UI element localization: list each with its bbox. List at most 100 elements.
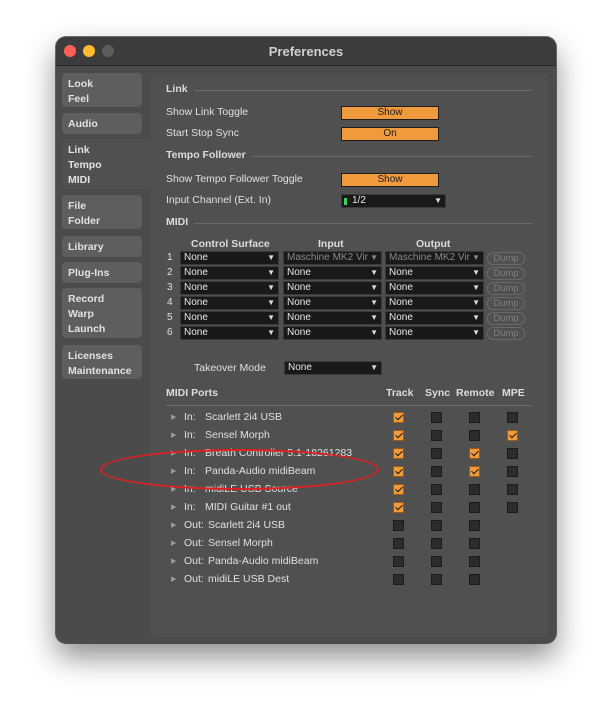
remote-checkbox[interactable] — [469, 502, 480, 513]
sync-checkbox[interactable] — [431, 448, 442, 459]
remote-checkbox[interactable] — [469, 520, 480, 531]
chevron-down-icon: ▼ — [434, 196, 442, 205]
expand-arrow-icon[interactable]: ▶ — [171, 575, 176, 583]
expand-arrow-icon[interactable]: ▶ — [171, 413, 176, 421]
control-surface-value: None — [184, 297, 208, 308]
show-link-toggle-button[interactable]: Show — [341, 106, 439, 120]
track-checkbox[interactable] — [393, 502, 404, 513]
takeover-mode-value: None — [288, 362, 312, 373]
sidebar-tab-label: MIDI — [68, 174, 91, 186]
midi-input-dropdown[interactable]: None ▼ — [283, 311, 382, 325]
expand-arrow-icon[interactable]: ▶ — [171, 557, 176, 565]
chevron-down-icon: ▼ — [472, 253, 480, 262]
midi-output-dropdown[interactable]: None ▼ — [385, 266, 484, 280]
mpe-checkbox[interactable] — [507, 484, 518, 495]
remote-checkbox[interactable] — [469, 412, 480, 423]
midi-output-dropdown[interactable]: None ▼ — [385, 281, 484, 295]
port-name: midiLE USB Dest — [208, 573, 290, 585]
sync-checkbox[interactable] — [431, 430, 442, 441]
midi-output-dropdown[interactable]: Maschine MK2 Vir ▼ — [385, 251, 484, 265]
sync-checkbox[interactable] — [431, 466, 442, 477]
sidebar-tab-label: Audio — [68, 118, 98, 130]
remote-checkbox[interactable] — [469, 484, 480, 495]
track-checkbox[interactable] — [393, 430, 404, 441]
midi-input-value: None — [287, 327, 311, 338]
track-checkbox[interactable] — [393, 538, 404, 549]
control-surface-dropdown[interactable]: None ▼ — [180, 326, 279, 340]
track-checkbox[interactable] — [393, 412, 404, 423]
chevron-down-icon: ▼ — [370, 253, 378, 262]
dump-button[interactable]: Dump — [487, 297, 525, 310]
midi-row-number: 2 — [167, 267, 173, 278]
midi-input-dropdown[interactable]: None ▼ — [283, 296, 382, 310]
remote-checkbox[interactable] — [469, 556, 480, 567]
port-direction: Out: — [184, 555, 204, 567]
control-surface-value: None — [184, 282, 208, 293]
sync-checkbox[interactable] — [431, 556, 442, 567]
mpe-checkbox[interactable] — [507, 502, 518, 513]
remote-checkbox[interactable] — [469, 538, 480, 549]
control-surface-dropdown[interactable]: None ▼ — [180, 281, 279, 295]
sidebar-tab-audio[interactable]: Audio — [62, 113, 142, 134]
sync-checkbox[interactable] — [431, 502, 442, 513]
start-stop-sync-button[interactable]: On — [341, 127, 439, 141]
sync-checkbox[interactable] — [431, 538, 442, 549]
sidebar-tab-library[interactable]: Library — [62, 236, 142, 257]
track-checkbox[interactable] — [393, 556, 404, 567]
sidebar-tab-label: Feel — [68, 93, 90, 105]
midi-output-dropdown[interactable]: None ▼ — [385, 326, 484, 340]
expand-arrow-icon[interactable]: ▶ — [171, 521, 176, 529]
remote-checkbox[interactable] — [469, 448, 480, 459]
sidebar-tab-file-folder[interactable]: File Folder — [62, 195, 142, 229]
remote-checkbox[interactable] — [469, 466, 480, 477]
control-surface-dropdown[interactable]: None ▼ — [180, 296, 279, 310]
sync-checkbox[interactable] — [431, 520, 442, 531]
midi-input-dropdown[interactable]: None ▼ — [283, 266, 382, 280]
track-checkbox[interactable] — [393, 466, 404, 477]
sync-checkbox[interactable] — [431, 574, 442, 585]
takeover-mode-dropdown[interactable]: None ▼ — [284, 361, 382, 375]
midi-output-dropdown[interactable]: None ▼ — [385, 311, 484, 325]
midi-input-dropdown[interactable]: Maschine MK2 Vir ▼ — [283, 251, 382, 265]
sidebar-tab-licenses-maintenance[interactable]: Licenses Maintenance — [62, 345, 142, 379]
dump-button[interactable]: Dump — [487, 267, 525, 280]
remote-checkbox[interactable] — [469, 574, 480, 585]
show-tempo-follower-toggle-button[interactable]: Show — [341, 173, 439, 187]
control-surface-dropdown[interactable]: None ▼ — [180, 266, 279, 280]
dump-button[interactable]: Dump — [487, 252, 525, 265]
dump-button[interactable]: Dump — [487, 327, 525, 340]
expand-arrow-icon[interactable]: ▶ — [171, 431, 176, 439]
midi-row-number: 6 — [167, 327, 173, 338]
midi-input-value: Maschine MK2 Vir — [287, 252, 368, 263]
expand-arrow-icon[interactable]: ▶ — [171, 539, 176, 547]
control-surface-dropdown[interactable]: None ▼ — [180, 251, 279, 265]
sidebar-tab-look-feel[interactable]: Look Feel — [62, 73, 142, 107]
sidebar-tab-record-warp-launch[interactable]: Record Warp Launch — [62, 288, 142, 338]
sync-checkbox[interactable] — [431, 412, 442, 423]
control-surface-value: None — [184, 252, 208, 263]
remote-checkbox[interactable] — [469, 430, 480, 441]
input-channel-dropdown[interactable]: 1/2 ▼ — [341, 194, 446, 208]
control-surface-dropdown[interactable]: None ▼ — [180, 311, 279, 325]
section-divider — [252, 156, 532, 157]
track-checkbox[interactable] — [393, 448, 404, 459]
track-checkbox[interactable] — [393, 520, 404, 531]
midi-input-dropdown[interactable]: None ▼ — [283, 281, 382, 295]
sync-checkbox[interactable] — [431, 484, 442, 495]
sidebar-tab-plugins[interactable]: Plug-Ins — [62, 262, 142, 283]
midi-input-dropdown[interactable]: None ▼ — [283, 326, 382, 340]
dump-button[interactable]: Dump — [487, 282, 525, 295]
mpe-checkbox[interactable] — [507, 430, 518, 441]
chevron-down-icon: ▼ — [370, 283, 378, 292]
mpe-checkbox[interactable] — [507, 412, 518, 423]
port-name: Sensel Morph — [208, 537, 273, 549]
sidebar-tab-link-tempo-midi[interactable]: Link Tempo MIDI — [62, 139, 158, 189]
mpe-checkbox[interactable] — [507, 448, 518, 459]
dump-button[interactable]: Dump — [487, 312, 525, 325]
track-checkbox[interactable] — [393, 484, 404, 495]
expand-arrow-icon[interactable]: ▶ — [171, 503, 176, 511]
sidebar-tab-label: Record — [68, 293, 105, 305]
mpe-checkbox[interactable] — [507, 466, 518, 477]
track-checkbox[interactable] — [393, 574, 404, 585]
midi-output-dropdown[interactable]: None ▼ — [385, 296, 484, 310]
